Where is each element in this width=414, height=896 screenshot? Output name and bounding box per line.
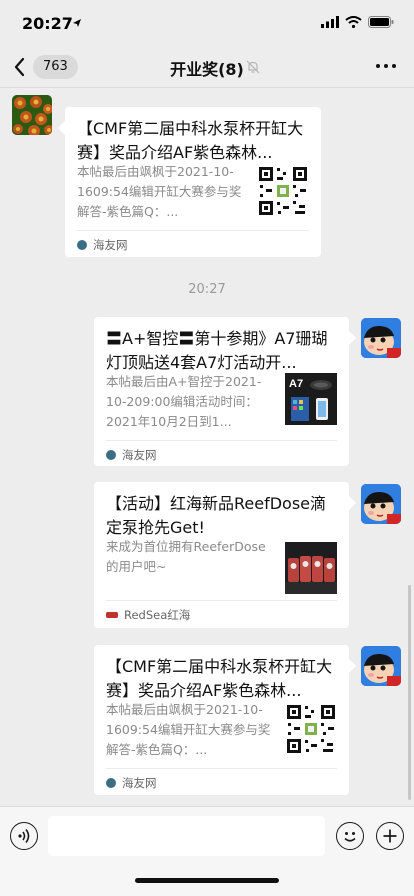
- plus-icon: [383, 829, 397, 843]
- sender-avatar[interactable]: [12, 95, 52, 135]
- site-logo-icon: [106, 778, 116, 788]
- more-options-icon[interactable]: [376, 64, 396, 68]
- link-card[interactable]: 【CMF第二届中科水泵杯开缸大赛】奖品介绍AF紫色森林... 本帖最后由飒枫于2…: [57, 107, 321, 257]
- card-thumbnail: A7: [285, 373, 337, 425]
- svg-text:A7: A7: [289, 378, 303, 390]
- chat-title: 开业奖(8): [170, 60, 244, 79]
- signal-icon: [321, 16, 339, 28]
- chat-header: 763 开业奖(8): [0, 46, 414, 88]
- link-card[interactable]: 【CMF第二届中科水泵杯开缸大赛】奖品介绍AF紫色森林... 本帖最后由飒枫于2…: [94, 645, 357, 795]
- card-thumbnail: [285, 542, 337, 594]
- coral-light-product-icon: A7: [285, 373, 337, 425]
- card-source-label: 海友网: [122, 776, 157, 790]
- emoji-button[interactable]: [336, 822, 364, 850]
- mute-bell-icon: [246, 60, 260, 74]
- qr-code-icon: [257, 165, 309, 217]
- site-logo-icon: [106, 450, 116, 460]
- card-description: 本帖最后由A+智控于2021-10-209:00编辑活动时间：2021年10月2…: [106, 374, 262, 429]
- card-source: 海友网: [106, 447, 157, 463]
- card-thumbnail: [257, 165, 309, 217]
- coral-photo-icon: [12, 95, 52, 135]
- battery-icon: [368, 16, 394, 28]
- card-source-label: RedSea红海: [124, 608, 191, 622]
- card-title: 【活动】红海新品ReefDose滴定泵抢先Get!: [106, 494, 327, 537]
- site-logo-icon: [77, 240, 87, 250]
- qr-code-icon: [285, 703, 337, 755]
- card-source-label: 海友网: [122, 448, 157, 462]
- my-avatar[interactable]: [361, 484, 401, 524]
- cartoon-avatar-icon: [361, 646, 401, 686]
- card-title: 【CMF第二届中科水泵杯开缸大赛】奖品介绍AF紫色森林...: [77, 119, 304, 162]
- link-card[interactable]: 【活动】红海新品ReefDose滴定泵抢先Get! 来成为首位拥有ReeferD…: [94, 482, 357, 628]
- more-functions-button[interactable]: [376, 822, 404, 850]
- my-avatar[interactable]: [361, 646, 401, 686]
- input-toolbar: [0, 806, 414, 896]
- scrollbar[interactable]: [408, 585, 411, 800]
- status-bar: 20:27: [0, 0, 414, 46]
- card-description: 本帖最后由飒枫于2021-10-1609:54编辑开缸大赛参与奖解答-紫色篇Q：…: [106, 702, 271, 757]
- cartoon-avatar-icon: [361, 484, 401, 524]
- card-title: 【CMF第二届中科水泵杯开缸大赛】奖品介绍AF紫色森林...: [106, 657, 333, 700]
- cartoon-avatar-icon: [361, 318, 401, 358]
- my-avatar[interactable]: [361, 318, 401, 358]
- emoji-icon: [344, 832, 356, 842]
- status-time: 20:27: [22, 14, 73, 33]
- card-thumbnail: [285, 703, 337, 755]
- card-source: 海友网: [106, 775, 157, 791]
- location-arrow-icon: [73, 19, 81, 27]
- card-source: 海友网: [77, 237, 128, 253]
- wifi-icon: [345, 16, 362, 28]
- card-description: 本帖最后由飒枫于2021-10-1609:54编辑开缸大赛参与奖解答-紫色篇Q：…: [77, 164, 242, 219]
- card-description: 来成为首位拥有ReeferDose的用户吧~: [106, 539, 266, 574]
- voice-input-button[interactable]: [10, 822, 38, 850]
- message-timestamp: 20:27: [188, 282, 226, 297]
- aquarium-pumps-photo: [285, 542, 337, 594]
- redsea-logo-icon: [106, 612, 118, 618]
- link-card[interactable]: 〓A+智控〓第十参期》A7珊瑚灯顶贴送4套A7灯活动开... 本帖最后由A+智控…: [94, 317, 357, 466]
- voice-icon: [18, 829, 30, 843]
- home-indicator: [135, 878, 279, 883]
- card-source: RedSea红海: [106, 607, 190, 623]
- message-input[interactable]: [48, 816, 325, 856]
- card-source-label: 海友网: [93, 238, 128, 252]
- card-title: 〓A+智控〓第十参期》A7珊瑚灯顶贴送4套A7灯活动开...: [106, 329, 328, 372]
